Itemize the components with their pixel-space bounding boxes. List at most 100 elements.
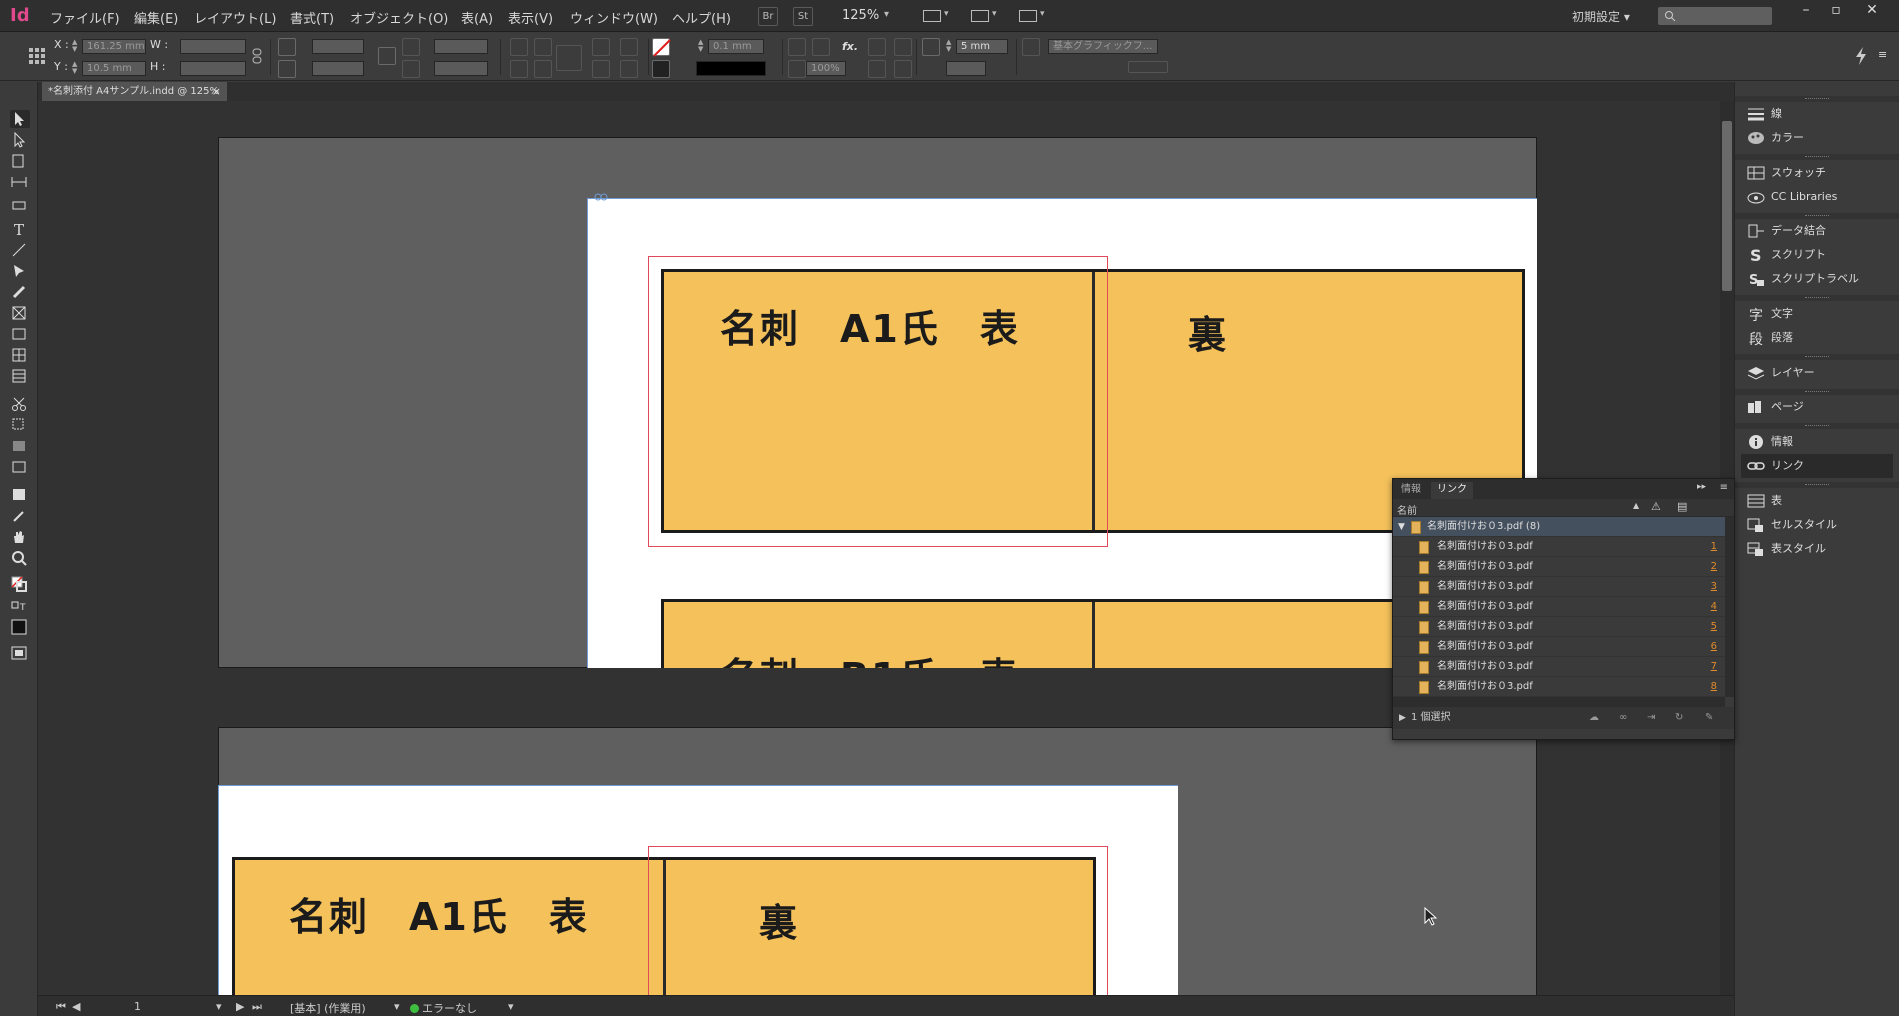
y-field[interactable]: 10.5 mm <box>82 61 146 76</box>
page-style-dropdown-icon[interactable]: ▾ <box>394 1000 400 1013</box>
type-tool-icon[interactable]: T <box>10 220 30 239</box>
page-number-dropdown-icon[interactable]: ▾ <box>216 1000 222 1013</box>
dock-item-character[interactable]: 字文字 <box>1741 302 1893 326</box>
link-page-number[interactable]: 8 <box>1711 677 1717 697</box>
menu-object[interactable]: オブジェクト(O) <box>350 8 448 27</box>
dock-item-data-merge[interactable]: データ結合 <box>1741 219 1893 243</box>
edit-original-icon[interactable]: ✎ <box>1705 707 1713 729</box>
text-wrap-jump-icon[interactable] <box>894 60 912 78</box>
panel-options-icon[interactable]: ≡ <box>1720 482 1728 493</box>
link-child-row[interactable]: 名刺面付けお０3.pdf 1 <box>1393 537 1725 557</box>
tab-links[interactable]: リンク <box>1431 482 1473 499</box>
dock-item-color[interactable]: カラー <box>1741 126 1893 150</box>
dock-item-swatches[interactable]: スウォッチ <box>1741 161 1893 185</box>
apply-color-icon[interactable] <box>10 618 30 636</box>
constrain-proportions-icon[interactable] <box>250 47 268 65</box>
dock-item-scripts[interactable]: S スクリプト <box>1741 243 1893 267</box>
reference-point-icon[interactable] <box>28 47 46 65</box>
rotate-ccw-icon[interactable] <box>534 38 552 56</box>
screen-mode-icon[interactable] <box>10 644 30 662</box>
selection-tool-icon[interactable] <box>10 110 30 128</box>
prev-page-button[interactable]: ◀ <box>72 1000 80 1013</box>
scale-x-field[interactable] <box>312 39 364 54</box>
panel-menu-icon[interactable]: ≡ <box>1878 48 1887 61</box>
dock-item-pages[interactable]: ページ <box>1741 395 1893 419</box>
link-page-number[interactable]: 6 <box>1711 637 1717 657</box>
page-tool-icon[interactable] <box>10 152 30 170</box>
zoom-tool-icon[interactable] <box>10 549 30 567</box>
constrain-scale-icon[interactable] <box>378 47 396 65</box>
close-window-button[interactable]: ✕ <box>1858 2 1886 24</box>
drop-shadow-icon[interactable] <box>812 38 830 56</box>
y-spinner[interactable]: ▲ ▼ <box>72 61 80 76</box>
disclosure-triangle-icon[interactable]: ▼ <box>1398 517 1405 537</box>
vertical-scroll-thumb[interactable] <box>1722 121 1732 291</box>
dock-item-layers[interactable]: レイヤー <box>1741 361 1893 385</box>
dock-item-stroke[interactable]: 線 <box>1741 102 1893 126</box>
dock-item-table[interactable]: 表 <box>1741 489 1893 513</box>
gap-field[interactable]: 5 mm <box>956 39 1008 54</box>
preflight-dropdown-icon[interactable]: ▾ <box>508 1000 514 1013</box>
shear-angle-field[interactable] <box>434 61 488 76</box>
object-style-select[interactable]: 基本グラフィックフ... <box>1048 39 1158 54</box>
dock-item-cell-styles[interactable]: セルスタイル <box>1741 513 1893 537</box>
dock-item-links[interactable]: リンク <box>1741 454 1893 478</box>
gap-spinner[interactable]: ▲ ▼ <box>946 39 954 54</box>
shear-angle-icon[interactable] <box>402 60 420 78</box>
link-page-number[interactable]: 3 <box>1711 577 1717 597</box>
link-child-row[interactable]: 名刺面付けお０3.pdf 2 <box>1393 557 1725 577</box>
menu-window[interactable]: ウィンドウ(W) <box>570 8 658 27</box>
w-field[interactable] <box>180 39 246 54</box>
links-horizontal-scrollbar[interactable] <box>1393 697 1725 707</box>
link-child-row[interactable]: 名刺面付けお０3.pdf 8 <box>1393 677 1725 697</box>
flip-vertical-icon[interactable] <box>534 60 552 78</box>
page-number-field[interactable]: 1 <box>134 1000 141 1013</box>
hand-tool-icon[interactable] <box>10 528 30 546</box>
select-content-icon[interactable] <box>592 60 610 78</box>
selection-frame-1[interactable] <box>648 256 1108 547</box>
link-child-row[interactable]: 名刺面付けお０3.pdf 7 <box>1393 657 1725 677</box>
link-page-number[interactable]: 7 <box>1711 657 1717 677</box>
pen-tool-icon[interactable] <box>10 262 30 280</box>
sort-arrow-icon[interactable]: ▲ <box>1633 501 1639 510</box>
free-transform-tool-icon[interactable] <box>10 416 30 434</box>
selection-frame-2[interactable] <box>648 846 1108 995</box>
arrange-documents-button[interactable]: ▾ <box>1016 6 1050 26</box>
collapse-panel-icon[interactable]: ▸▸ <box>1697 482 1706 492</box>
menu-layout[interactable]: レイアウト(L) <box>194 8 276 27</box>
gap-select[interactable] <box>946 61 986 76</box>
note-tool-icon[interactable] <box>10 486 30 504</box>
menu-help[interactable]: ヘルプ(H) <box>672 8 731 27</box>
dock-item-cc-libraries[interactable]: CC Libraries <box>1741 185 1893 209</box>
opacity-icon[interactable] <box>788 60 806 78</box>
rectangle-tool-icon[interactable] <box>10 325 30 343</box>
text-wrap-none-icon[interactable] <box>868 38 886 56</box>
maximize-button[interactable]: ▫ <box>1822 2 1850 24</box>
menu-file[interactable]: ファイル(F) <box>50 8 120 27</box>
bridge-button[interactable]: Br <box>758 7 778 26</box>
dock-item-table-styles[interactable]: 表スタイル <box>1741 537 1893 561</box>
workspace-switcher[interactable]: 初期設定 ▾ <box>1572 8 1630 25</box>
column-name-header[interactable]: 名前 <box>1397 502 1417 517</box>
search-input[interactable] <box>1658 7 1772 25</box>
stroke-weight-field[interactable]: 0.1 mm <box>708 39 764 54</box>
document-tab[interactable]: *名刺添付 A4サンプル.indd @ 125% × <box>42 82 227 101</box>
close-tab-icon[interactable]: × <box>212 82 221 101</box>
page-style-select[interactable]: [基本] (作業用) <box>290 1000 366 1016</box>
fill-stroke-swap-icon[interactable] <box>10 575 30 593</box>
scale-y-icon[interactable] <box>278 60 296 78</box>
screen-mode-button[interactable]: ▾ <box>968 6 1002 26</box>
warning-column-icon[interactable]: ⚠ <box>1651 500 1661 513</box>
zoom-level[interactable]: 125% <box>842 8 879 23</box>
stroke-swatch-icon[interactable] <box>652 60 670 78</box>
link-page-number[interactable]: 5 <box>1711 617 1717 637</box>
link-child-row[interactable]: 名刺面付けお０3.pdf 4 <box>1393 597 1725 617</box>
menu-type[interactable]: 書式(T) <box>290 8 334 27</box>
paragraph-p-icon[interactable] <box>556 45 582 71</box>
scale-x-icon[interactable] <box>278 38 296 56</box>
view-options-button[interactable]: ▾ <box>920 6 954 26</box>
link-page-number[interactable]: 2 <box>1711 557 1717 577</box>
content-collector-tool-icon[interactable] <box>10 194 30 212</box>
gradient-feather-tool-icon[interactable] <box>10 458 30 476</box>
first-page-button[interactable]: ⏮ <box>56 1000 66 1014</box>
